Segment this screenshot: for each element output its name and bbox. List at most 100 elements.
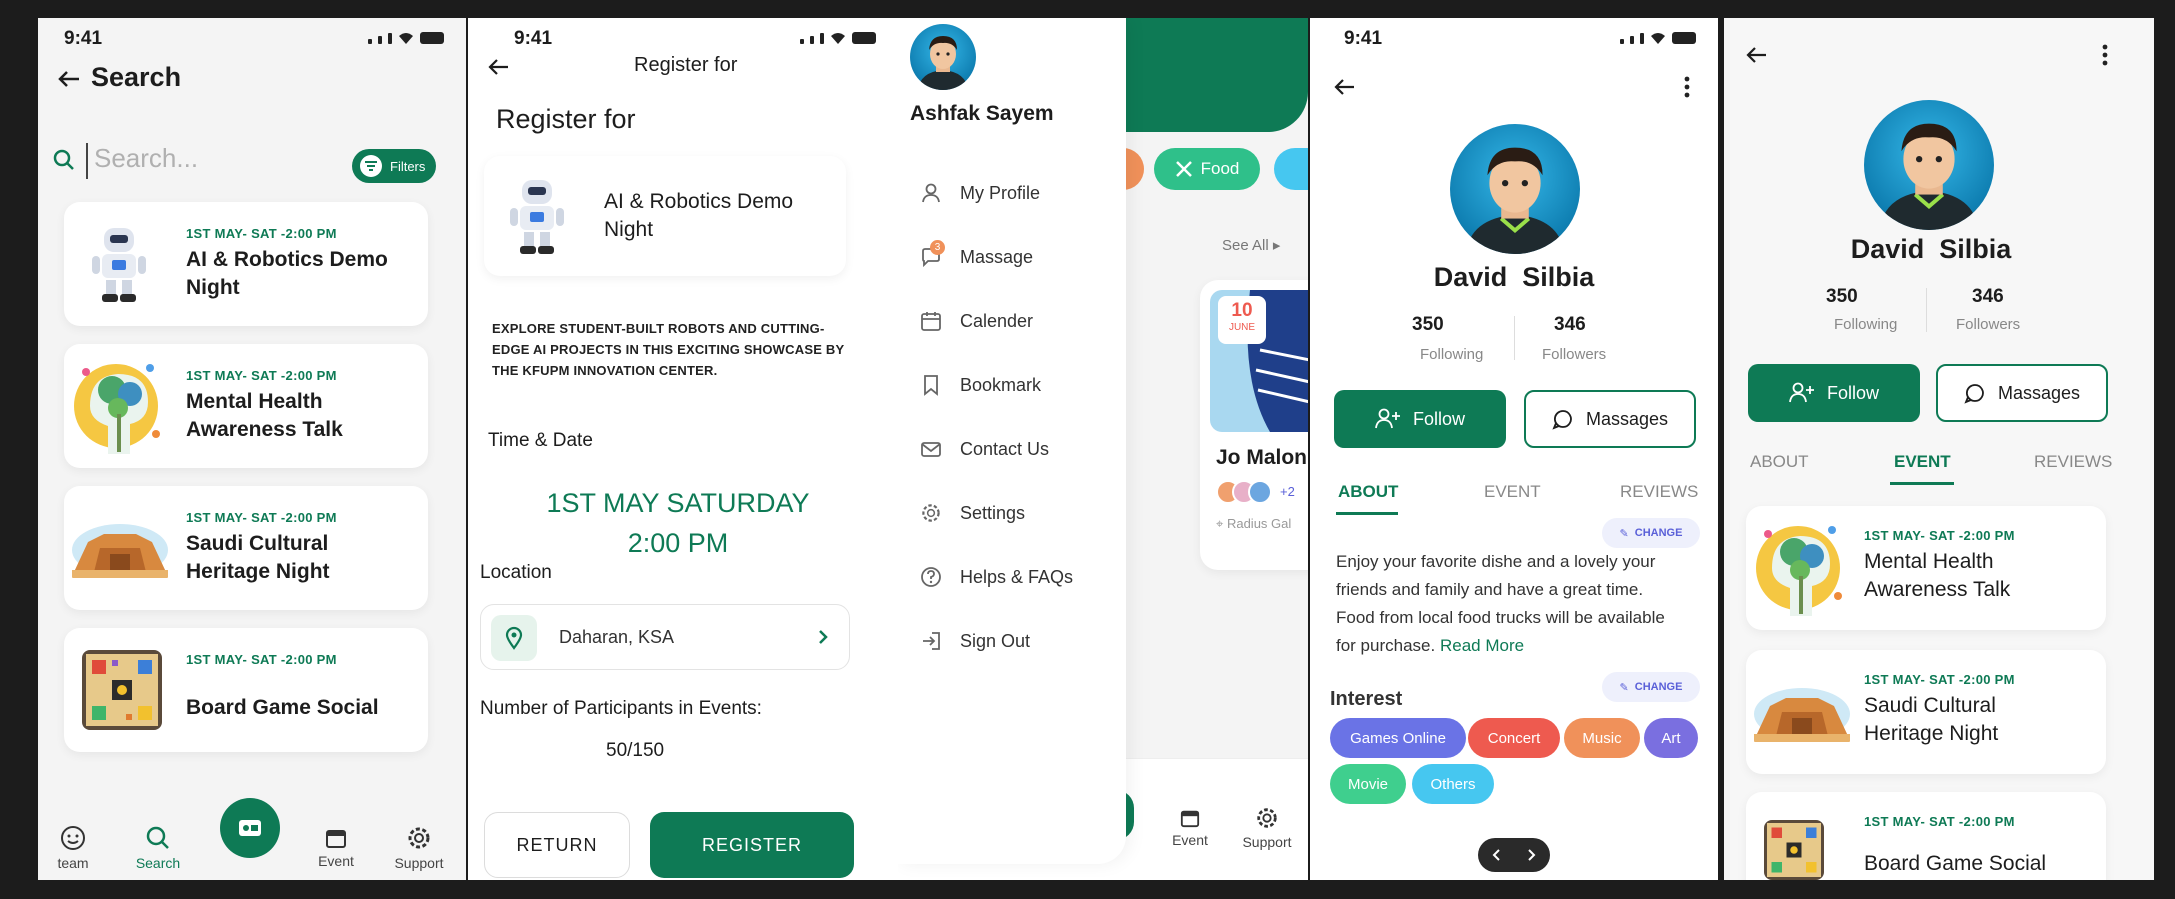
event-title: Board Game Social — [1864, 852, 2047, 875]
chevron-right-icon[interactable] — [1527, 848, 1537, 862]
event-card[interactable]: 1ST MAY- SAT -2:00 PM Board Game Social — [1746, 792, 2106, 880]
menu-bookmark[interactable]: Bookmark — [920, 374, 1041, 396]
tab-event[interactable]: EVENT — [1484, 482, 1541, 502]
more-options-icon[interactable] — [2090, 40, 2120, 70]
following-count: 350 — [1826, 286, 1858, 307]
calendar-icon — [326, 830, 346, 848]
tab-about[interactable]: ABOUT — [1750, 452, 1809, 472]
messages-button[interactable]: Massages — [1524, 390, 1696, 448]
food-chip[interactable]: Food — [1154, 148, 1260, 190]
filters-button[interactable]: Filters — [352, 149, 436, 183]
back-arrow-icon[interactable] — [1330, 72, 1360, 102]
date-badge-day: 10 — [1231, 300, 1253, 321]
menu-my-profile[interactable]: My Profile — [920, 182, 1040, 204]
event-card[interactable]: 1ST MAY- SAT -2:00 PM AI & Robotics Demo… — [64, 202, 428, 326]
menu-settings[interactable]: Settings — [920, 502, 1025, 524]
status-time: 9:41 — [1344, 28, 1383, 49]
interest-chip-art[interactable]: Art — [1644, 718, 1698, 758]
location-field[interactable]: Daharan, KSA — [480, 604, 850, 670]
messages-label: Massages — [1585, 408, 1669, 429]
event-preview-card[interactable]: 10 JUNE Jo Malon +2 ⌖ Radius Gal — [1200, 280, 1308, 570]
follow-button[interactable]: Follow — [1748, 364, 1920, 422]
event-card[interactable]: 1ST MAY- SAT -2:00 PM Board Game Social — [64, 628, 428, 752]
side-drawer: Ashfak Sayem My Profile 3 Massage Calend… — [898, 18, 1126, 864]
user-avatar[interactable] — [910, 24, 976, 90]
edit-icon: ✎ — [1619, 527, 1629, 540]
status-time: 9:41 — [64, 28, 103, 49]
tab-about[interactable]: ABOUT — [1338, 482, 1398, 502]
robot-image — [504, 174, 570, 258]
event-description: EXPLORE STUDENT-BUILT ROBOTS AND CUTTING… — [492, 318, 844, 381]
team-tab[interactable]: team — [46, 818, 100, 878]
interest-chip-music[interactable]: Music — [1564, 718, 1640, 758]
event-tab[interactable]: Event — [1160, 798, 1220, 858]
register-screen: 9:41 Register for Register for AI & Robo… — [468, 18, 898, 880]
tab-event[interactable]: EVENT — [1894, 452, 1951, 472]
support-tab[interactable]: Support — [1232, 798, 1302, 858]
more-options-icon[interactable] — [1672, 72, 1702, 102]
event-tab[interactable]: Event — [306, 818, 366, 878]
change-about-button[interactable]: ✎ CHANGE — [1602, 518, 1700, 548]
messages-button[interactable]: Massages — [1936, 364, 2108, 422]
menu-calender[interactable]: Calender — [920, 310, 1033, 332]
interest-chip-movie[interactable]: Movie — [1330, 764, 1406, 804]
event-time-line: 2:00 PM — [627, 528, 729, 558]
following-label: Following — [1834, 316, 1898, 333]
support-tab[interactable]: Support — [384, 818, 454, 878]
chat-icon — [1964, 384, 1984, 404]
profile-avatar — [1450, 124, 1580, 254]
search-icon — [50, 146, 78, 174]
menu-contact-us[interactable]: Contact Us — [920, 438, 1049, 460]
add-user-icon — [1789, 382, 1814, 403]
register-button[interactable]: REGISTER — [650, 812, 854, 878]
event-card[interactable]: 1ST MAY- SAT -2:00 PM Mental Health Awar… — [64, 344, 428, 468]
center-action-button[interactable] — [220, 798, 280, 858]
chevron-left-icon[interactable] — [1491, 848, 1501, 862]
event-card[interactable]: 1ST MAY- SAT -2:00 PM Saudi Cultural Her… — [1746, 650, 2106, 774]
event-title-line2: Night — [186, 276, 240, 299]
battery-icon — [420, 32, 444, 44]
see-all-link[interactable]: See All ▸ — [1222, 236, 1280, 254]
category-chip[interactable] — [1274, 148, 1308, 190]
back-arrow-icon[interactable] — [484, 52, 514, 82]
location-value: Daharan, KSA — [559, 627, 675, 647]
chat-icon — [1552, 410, 1572, 430]
location-label: Location — [480, 562, 552, 583]
menu-label: Helps & FAQs — [960, 566, 1074, 587]
event-preview-location: ⌖ Radius Gal — [1216, 516, 1291, 532]
back-arrow-icon[interactable] — [1742, 40, 1772, 70]
register-label: REGISTER — [701, 834, 802, 855]
menu-sign-out[interactable]: Sign Out — [920, 630, 1030, 652]
following-label: Following — [1420, 346, 1484, 363]
menu-massage[interactable]: 3 Massage — [920, 240, 1034, 268]
search-input[interactable]: Search... — [86, 143, 336, 179]
change-interest-button[interactable]: ✎ CHANGE — [1602, 672, 1700, 702]
search-tab[interactable]: Search — [128, 818, 188, 878]
event-date-line: 1ST MAY SATURDAY — [546, 488, 810, 518]
menu-helps-faqs[interactable]: Helps & FAQs — [920, 566, 1073, 588]
interest-chip-games-online[interactable]: Games Online — [1330, 718, 1466, 758]
event-preview-location-text: Radius Gal — [1226, 516, 1292, 531]
followers-label: Followers — [1956, 316, 2021, 333]
back-arrow-icon[interactable] — [54, 64, 84, 94]
smiley-icon — [61, 826, 85, 850]
return-button[interactable]: RETURN — [484, 812, 630, 878]
pager-control[interactable] — [1478, 838, 1550, 872]
event-title-line1: AI & Robotics Demo — [186, 248, 388, 271]
see-all-label: See All — [1222, 237, 1269, 254]
read-more-link[interactable]: Read More — [1440, 636, 1524, 655]
follow-button[interactable]: Follow — [1334, 390, 1506, 448]
menu-label: Massage — [960, 246, 1034, 267]
follow-label: Follow — [1412, 408, 1465, 429]
event-card[interactable]: 1ST MAY- SAT -2:00 PM Saudi Cultural Her… — [64, 486, 428, 610]
tab-event-underline — [1890, 482, 1954, 485]
interest-chip-others[interactable]: Others — [1412, 764, 1494, 804]
profile-event-screen: David Silbia 350 Following 346 Followers… — [1724, 18, 2154, 880]
tab-reviews[interactable]: REVIEWS — [1620, 482, 1698, 502]
heritage-image — [70, 520, 170, 580]
event-card[interactable]: 1ST MAY- SAT -2:00 PM Mental Health Awar… — [1746, 506, 2106, 630]
tab-reviews[interactable]: REVIEWS — [2034, 452, 2112, 472]
event-summary-card: AI & Robotics Demo Night — [484, 156, 846, 276]
event-title: Board Game Social — [186, 696, 379, 719]
interest-chip-concert[interactable]: Concert — [1468, 718, 1560, 758]
